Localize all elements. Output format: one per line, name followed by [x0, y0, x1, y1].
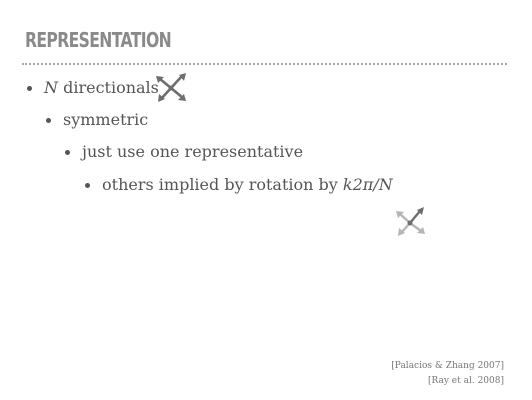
bullet-level-2: symmetric — [63, 110, 149, 129]
bullet-dot — [27, 86, 32, 91]
four-arrows-highlighted-icon — [396, 207, 425, 236]
bullet-dot — [46, 118, 51, 123]
bullet-text: others implied by rotation by — [102, 175, 343, 194]
reference-item: [Palacios & Zhang 2007] — [391, 361, 504, 371]
variable-n: N — [44, 78, 58, 97]
slide-title: REPRESENTATION — [25, 28, 172, 52]
rotation-formula: k2π/N — [342, 175, 393, 194]
bullet-level-3: just use one representative — [82, 142, 304, 161]
bullet-dot — [65, 150, 70, 155]
bullet-text: directionals — [58, 78, 159, 97]
bullet-level-4: others implied by rotation by k2π/N — [102, 175, 393, 195]
reference-item: [Ray et al. 2008] — [428, 376, 504, 386]
bullet-dot — [85, 183, 90, 188]
slide: REPRESENTATION N directionals symmetric … — [0, 0, 532, 400]
bullet-level-1: N directionals — [44, 78, 159, 98]
four-arrows-icon — [156, 73, 186, 102]
references: [Palacios & Zhang 2007] [Ray et al. 2008… — [391, 359, 504, 389]
title-divider — [22, 63, 507, 65]
